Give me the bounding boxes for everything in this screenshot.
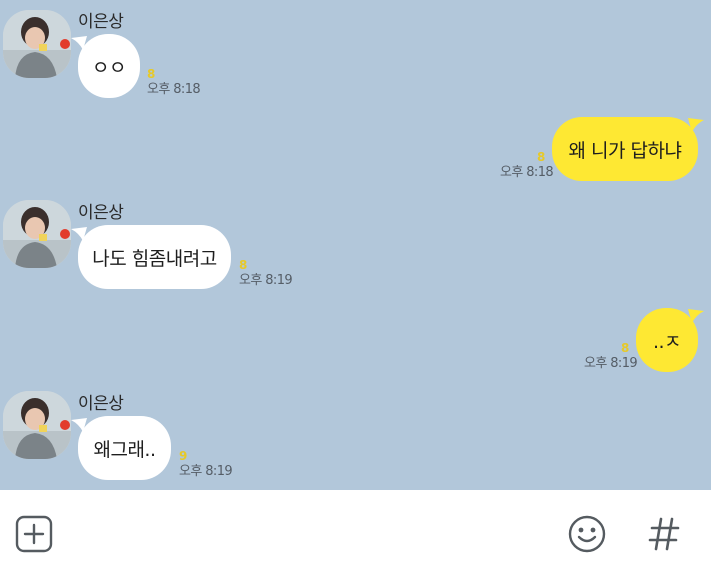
message-time: 오후 8:19 — [584, 356, 638, 371]
message-time: 오후 8:18 — [500, 165, 554, 180]
message-bubble[interactable]: ..ㅈ — [636, 308, 698, 372]
message-time: 오후 8:18 — [147, 82, 201, 97]
sender-name: 이은상 — [78, 12, 124, 32]
plus-box-icon — [14, 514, 54, 554]
message-bubble[interactable]: 왜 니가 답하냐 — [552, 117, 698, 181]
smiley-icon — [567, 514, 607, 554]
message-bubble[interactable]: ㅇㅇ — [78, 34, 140, 98]
profile-avatar[interactable] — [3, 200, 71, 268]
profile-avatar[interactable] — [3, 10, 71, 78]
hash-icon — [644, 514, 684, 554]
message-time: 오후 8:19 — [179, 464, 233, 479]
unread-count: 9 — [179, 449, 188, 463]
emoji-button[interactable] — [565, 512, 609, 556]
message-bubble[interactable]: 왜그래.. — [78, 416, 171, 480]
profile-avatar[interactable] — [3, 391, 71, 459]
unread-count: 8 — [147, 67, 156, 81]
unread-count: 8 — [621, 341, 630, 355]
unread-count: 8 — [239, 258, 248, 272]
message-bubble[interactable]: 나도 힘좀내려고 — [78, 225, 231, 289]
unread-count: 8 — [537, 150, 546, 164]
message-input-bar[interactable] — [0, 490, 711, 573]
attach-button[interactable] — [12, 512, 56, 556]
chat-area[interactable]: 이은상 ㅇㅇ 8 오후 8:18 왜 니가 답하냐 8 오후 8:18 이은상 … — [0, 0, 711, 490]
sender-name: 이은상 — [78, 203, 124, 223]
hashtag-button[interactable] — [642, 512, 686, 556]
sender-name: 이은상 — [78, 394, 124, 414]
message-time: 오후 8:19 — [239, 273, 293, 288]
